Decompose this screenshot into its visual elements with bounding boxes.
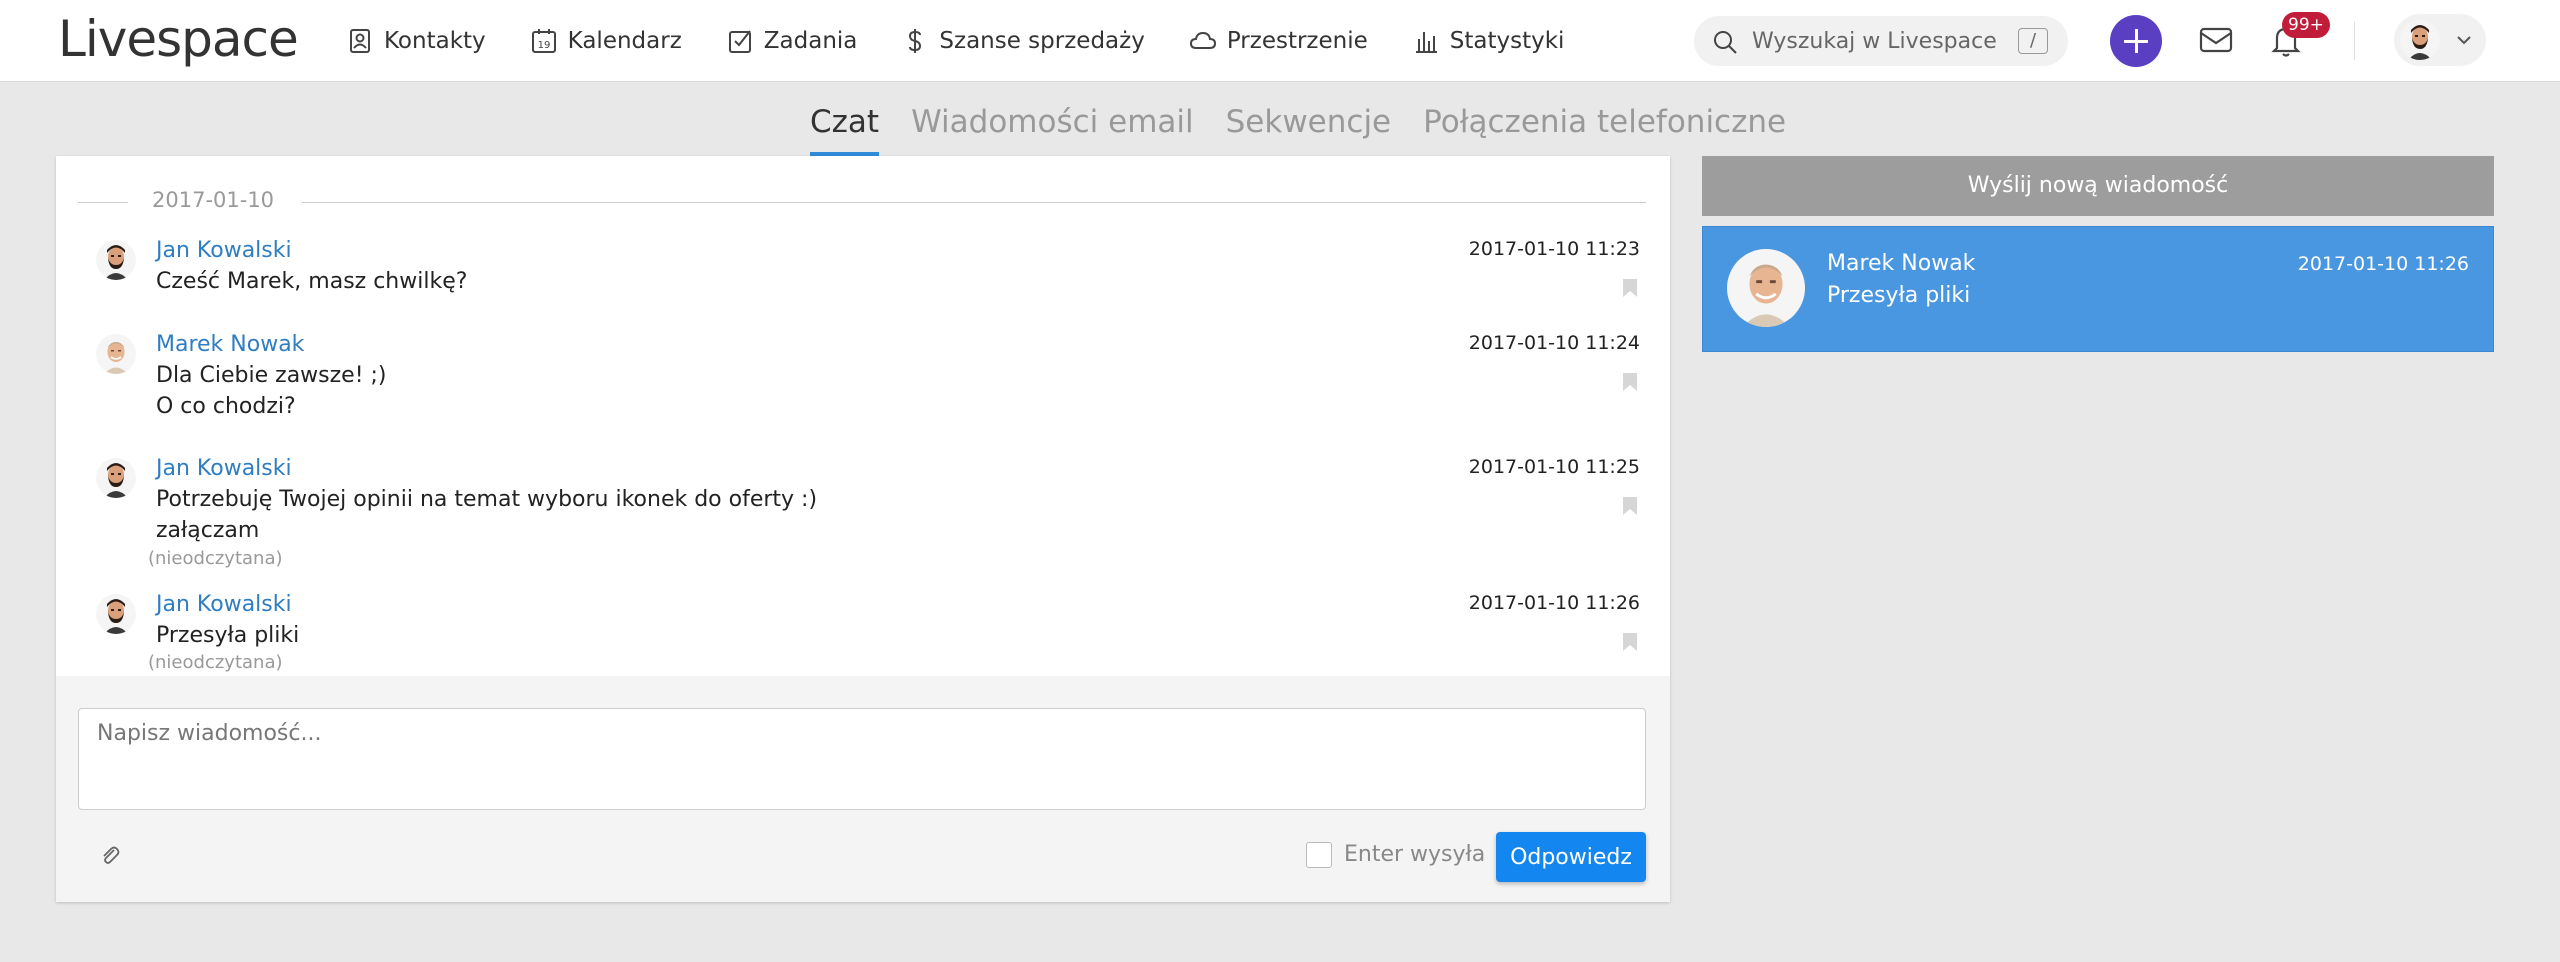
- user-avatar: [2400, 20, 2440, 60]
- separator-line: [302, 202, 1646, 203]
- message-timestamp: 2017-01-10 11:26: [1468, 592, 1640, 614]
- search-icon: [1714, 31, 1737, 54]
- communication-tabs: Czat Wiadomości email Sekwencje Połączen…: [810, 104, 1818, 156]
- nav-item-kontakty[interactable]: Kontakty: [346, 0, 486, 82]
- notification-count-badge: 99+: [2282, 12, 2330, 38]
- bookmark-icon[interactable]: [1622, 632, 1638, 652]
- bookmark-icon[interactable]: [1622, 496, 1638, 516]
- bookmark-icon[interactable]: [1622, 372, 1638, 392]
- date-separator: 2017-01-10: [78, 182, 1646, 222]
- nav-label: Zadania: [763, 28, 858, 54]
- nav-item-przestrzenie[interactable]: Przestrzenie: [1189, 0, 1368, 82]
- tab-polaczenia-telefoniczne[interactable]: Połączenia telefoniczne: [1423, 104, 1786, 154]
- enter-sends-label[interactable]: Enter wysyła: [1344, 842, 1485, 867]
- nav-item-kalendarz[interactable]: 19 Kalendarz: [530, 0, 682, 82]
- mail-icon[interactable]: [2196, 20, 2236, 60]
- nav-label: Kontakty: [384, 28, 486, 54]
- message-text: Cześć Marek, masz chwilkę?: [156, 269, 468, 294]
- contact-card-icon: [350, 29, 370, 53]
- nav-label: Statystyki: [1449, 28, 1565, 54]
- message-input[interactable]: [78, 708, 1646, 810]
- author-name[interactable]: Jan Kowalski: [156, 592, 292, 617]
- message-text: Przesyła pliki: [156, 623, 300, 648]
- cloud-icon: [1189, 31, 1216, 49]
- author-name[interactable]: Jan Kowalski: [156, 456, 292, 481]
- nav-item-szanse-sprzedazy[interactable]: Szanse sprzedaży: [901, 0, 1145, 82]
- conversation-name: Marek Nowak: [1827, 251, 1976, 276]
- bar-chart-icon: [1415, 32, 1437, 53]
- search-shortcut-hint: /: [2018, 28, 2048, 54]
- global-search[interactable]: /: [1694, 16, 2068, 66]
- chat-panel: 2017-01-10 Jan Kowalski Cześć Marek, mas…: [56, 156, 1670, 902]
- conversation-item[interactable]: Marek Nowak Przesyła pliki 2017-01-10 11…: [1702, 226, 2494, 352]
- separator-line: [78, 202, 128, 203]
- compose-area: Enter wysyła Odpowiedz: [56, 676, 1670, 902]
- chat-message: Jan Kowalski Przesyła pliki (nieodczytan…: [56, 592, 1670, 676]
- nav-label: Szanse sprzedaży: [939, 28, 1145, 54]
- search-input[interactable]: [1752, 16, 2002, 66]
- unread-status: (nieodczytana): [148, 652, 283, 673]
- send-new-message-button[interactable]: Wyślij nową wiadomość: [1702, 156, 2494, 216]
- chevron-down-icon: [2457, 36, 2471, 45]
- calendar-day-number: 19: [537, 40, 550, 51]
- chat-message: Marek Nowak Dla Ciebie zawsze! ;) O co c…: [56, 332, 1670, 432]
- author-name[interactable]: Marek Nowak: [156, 332, 304, 357]
- tab-wiadomosci-email[interactable]: Wiadomości email: [911, 104, 1194, 154]
- paperclip-icon[interactable]: [98, 844, 122, 868]
- top-navigation-bar: Livespace Kontakty 19 Kalendarz Zadania …: [0, 0, 2560, 82]
- user-menu[interactable]: [2394, 14, 2486, 66]
- message-text: załączam: [156, 518, 260, 543]
- message-text: Potrzebuję Twojej opinii na temat wyboru…: [156, 487, 818, 512]
- nav-label: Kalendarz: [567, 28, 682, 54]
- dollar-icon: [909, 29, 922, 53]
- conversation-time: 2017-01-10 11:26: [2297, 253, 2469, 275]
- main-nav: Kontakty 19 Kalendarz Zadania Szanse spr…: [346, 0, 1608, 82]
- topbar-divider: [2354, 22, 2355, 60]
- create-new-button[interactable]: [2110, 15, 2162, 67]
- author-avatar: [96, 334, 136, 374]
- nav-item-statystyki[interactable]: Statystyki: [1412, 0, 1565, 82]
- reply-button[interactable]: Odpowiedz: [1496, 832, 1646, 882]
- author-name[interactable]: Jan Kowalski: [156, 238, 292, 263]
- checkbox-icon: [728, 30, 751, 53]
- tab-czat[interactable]: Czat: [810, 104, 880, 156]
- conversation-preview: Przesyła pliki: [1827, 283, 1971, 308]
- enter-sends-checkbox[interactable]: [1306, 842, 1332, 868]
- author-avatar: [96, 458, 136, 498]
- date-separator-label: 2017-01-10: [152, 188, 275, 212]
- livespace-logo[interactable]: Livespace: [58, 12, 299, 66]
- message-text: Dla Ciebie zawsze! ;): [156, 363, 387, 388]
- unread-status: (nieodczytana): [148, 548, 283, 569]
- nav-item-zadania[interactable]: Zadania: [726, 0, 858, 82]
- nav-label: Przestrzenie: [1226, 28, 1368, 54]
- bookmark-icon[interactable]: [1622, 278, 1638, 298]
- contact-avatar: [1727, 249, 1805, 327]
- message-text: O co chodzi?: [156, 394, 296, 419]
- chat-message: Jan Kowalski Cześć Marek, masz chwilkę? …: [56, 238, 1670, 318]
- author-avatar: [96, 594, 136, 634]
- message-timestamp: 2017-01-10 11:24: [1468, 332, 1640, 354]
- chat-message: Jan Kowalski Potrzebuję Twojej opinii na…: [56, 456, 1670, 576]
- message-timestamp: 2017-01-10 11:25: [1468, 456, 1640, 478]
- message-timestamp: 2017-01-10 11:23: [1468, 238, 1640, 260]
- calendar-icon: 19: [531, 29, 556, 53]
- author-avatar: [96, 240, 136, 280]
- tab-sekwencje[interactable]: Sekwencje: [1226, 104, 1392, 154]
